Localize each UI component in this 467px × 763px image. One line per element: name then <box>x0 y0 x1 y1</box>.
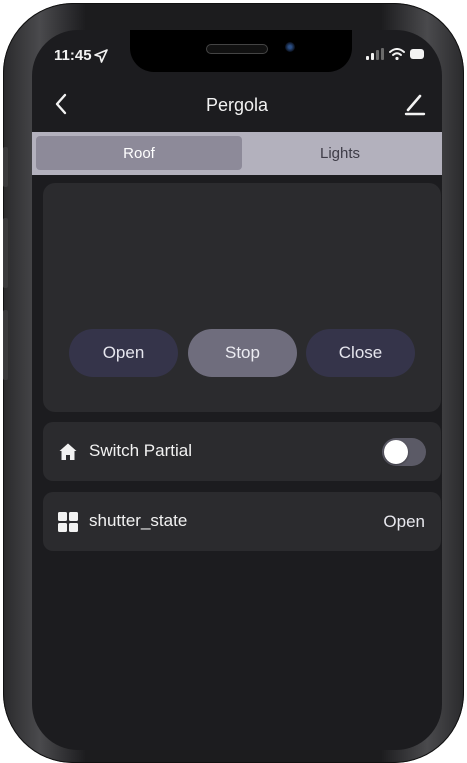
dashboard-icon <box>58 512 78 532</box>
stop-button[interactable]: Stop <box>188 329 297 377</box>
status-time: 11:45 <box>54 47 92 64</box>
shutter-state-row[interactable]: shutter_state Open <box>43 492 441 551</box>
status-icons <box>366 48 424 60</box>
edit-button[interactable] <box>402 91 428 117</box>
switch-partial-row[interactable]: Switch Partial <box>43 422 441 481</box>
home-icon <box>59 443 77 460</box>
navigation-bar: Pergola <box>32 78 442 132</box>
status-bar: 11:45 <box>32 30 442 78</box>
front-camera <box>285 42 295 52</box>
shutter-state-label: shutter_state <box>89 511 188 530</box>
shutter-state-value: Open <box>383 512 425 531</box>
signal-icon <box>366 48 384 60</box>
location-arrow-icon <box>94 49 108 63</box>
battery-icon <box>410 49 424 59</box>
volume-up-button <box>3 218 8 288</box>
speaker-grille <box>206 44 268 54</box>
page-title: Pergola <box>205 95 269 115</box>
pencil-icon <box>404 94 426 116</box>
volume-down-button <box>3 310 8 380</box>
close-button[interactable]: Close <box>306 329 415 377</box>
mute-switch <box>3 147 8 187</box>
app-screen: 11:45 Pergola Roof Lights Open Stop Clos… <box>32 30 442 750</box>
switch-partial-label: Switch Partial <box>89 441 192 460</box>
roof-control-card: Open Stop Close <box>43 183 441 412</box>
tab-bar: Roof Lights <box>32 132 442 175</box>
tab-roof[interactable]: Roof <box>36 136 242 170</box>
toggle-knob <box>384 440 408 464</box>
wifi-icon <box>389 48 405 60</box>
tab-lights[interactable]: Lights <box>242 136 438 170</box>
switch-partial-toggle[interactable] <box>382 438 426 466</box>
notch <box>130 30 352 72</box>
open-button[interactable]: Open <box>69 329 178 377</box>
